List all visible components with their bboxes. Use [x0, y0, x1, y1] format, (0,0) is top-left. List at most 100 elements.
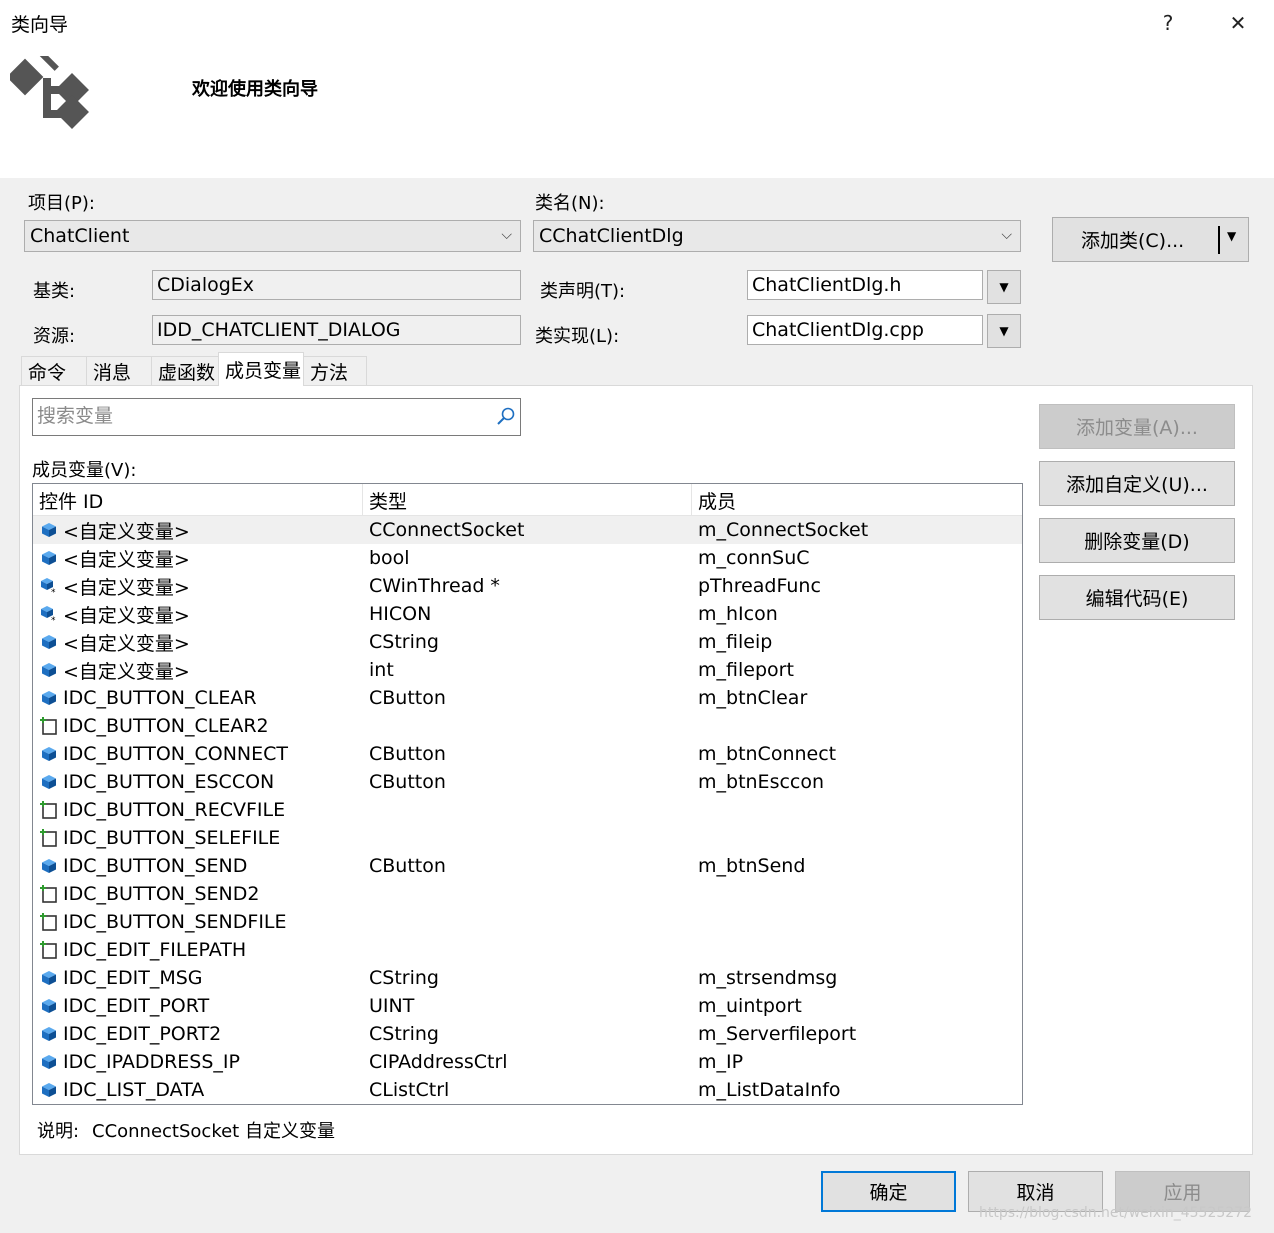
table-row[interactable]: <自定义变量> int m_fileport — [33, 656, 1022, 684]
list-header: 控件 ID 类型 成员 — [33, 484, 1022, 516]
table-row[interactable]: IDC_BUTTON_CONNECT CButton m_btnConnect — [33, 740, 1022, 768]
column-header-control-id[interactable]: 控件 ID — [33, 484, 363, 516]
cell-control-id: <自定义变量> — [33, 657, 363, 684]
variable-icon — [37, 686, 61, 710]
control-id-text: IDC_BUTTON_CLEAR — [63, 687, 257, 709]
cell-control-id: IDC_BUTTON_CLEAR — [33, 686, 363, 710]
classname-label: 类名(N): — [535, 193, 605, 214]
table-row[interactable]: IDC_EDIT_PORT UINT m_uintport — [33, 992, 1022, 1020]
table-row[interactable]: IDC_BUTTON_SELEFILE — [33, 824, 1022, 852]
cell-control-id: IDC_BUTTON_SEND — [33, 854, 363, 878]
table-row[interactable]: IDC_BUTTON_SEND CButton m_btnSend — [33, 852, 1022, 880]
variable-pointer-icon: * — [37, 602, 61, 626]
table-row[interactable]: IDC_BUTTON_SENDFILE — [33, 908, 1022, 936]
search-icon[interactable] — [496, 406, 516, 431]
control-id-text: <自定义变量> — [63, 576, 190, 599]
help-button[interactable]: ? — [1148, 6, 1188, 40]
table-row[interactable]: <自定义变量> CConnectSocket m_ConnectSocket — [33, 516, 1022, 544]
table-row[interactable]: IDC_BUTTON_SEND2 — [33, 880, 1022, 908]
column-header-type[interactable]: 类型 — [363, 484, 692, 516]
control-id-text: IDC_EDIT_FILEPATH — [63, 939, 247, 961]
window-title: 类向导 — [11, 14, 69, 36]
table-row[interactable]: IDC_EDIT_FILEPATH — [33, 936, 1022, 964]
cell-type: CButton — [369, 687, 446, 709]
add-variable-button[interactable]: 添加变量(A)... — [1039, 404, 1235, 449]
variable-icon — [37, 1078, 61, 1102]
resource-field: IDD_CHATCLIENT_DIALOG — [152, 315, 521, 345]
table-row[interactable]: * <自定义变量> CWinThread * pThreadFunc — [33, 572, 1022, 600]
tab-commands[interactable]: 命令 — [21, 356, 87, 386]
variable-icon — [37, 966, 61, 990]
table-row[interactable]: IDC_EDIT_PORT2 CString m_Serverfileport — [33, 1020, 1022, 1048]
dropdown-arrow-icon: ▼ — [999, 280, 1009, 294]
table-row[interactable]: IDC_BUTTON_CLEAR2 — [33, 712, 1022, 740]
split-divider — [1218, 226, 1220, 254]
tab-virtual-functions[interactable]: 虚函数 — [151, 356, 219, 386]
table-row[interactable]: IDC_EDIT_MSG CString m_strsendmsg — [33, 964, 1022, 992]
table-row[interactable]: IDC_BUTTON_ESCCON CButton m_btnEsccon — [33, 768, 1022, 796]
close-button[interactable]: ✕ — [1218, 6, 1258, 40]
tab-member-variables[interactable]: 成员变量 — [218, 352, 304, 386]
variable-pointer-icon: * — [37, 574, 61, 598]
chevron-down-icon: ⌵ — [501, 227, 512, 243]
cell-member: m_Serverfileport — [698, 1023, 857, 1045]
add-custom-button[interactable]: 添加自定义(U)... — [1039, 461, 1235, 506]
cell-type: CButton — [369, 743, 446, 765]
control-icon — [37, 798, 61, 822]
control-id-text: IDC_BUTTON_ESCCON — [63, 771, 275, 793]
ok-button[interactable]: 确定 — [821, 1171, 956, 1212]
cell-type: UINT — [369, 995, 415, 1017]
cell-member: m_btnClear — [698, 687, 808, 709]
control-id-text: IDC_EDIT_PORT2 — [63, 1023, 222, 1045]
cell-type: HICON — [369, 603, 432, 625]
class-impl-field[interactable]: ChatClientDlg.cpp — [747, 315, 983, 345]
control-icon — [37, 882, 61, 906]
control-id-text: <自定义变量> — [63, 660, 190, 683]
search-input[interactable] — [33, 399, 473, 433]
table-row[interactable]: * <自定义变量> HICON m_hIcon — [33, 600, 1022, 628]
cell-control-id: <自定义变量> — [33, 517, 363, 544]
cell-member: m_connSuC — [698, 547, 810, 569]
tab-methods[interactable]: 方法 — [303, 356, 367, 386]
delete-variable-button[interactable]: 删除变量(D) — [1039, 518, 1235, 563]
table-row[interactable]: <自定义变量> CString m_fileip — [33, 628, 1022, 656]
project-combo[interactable]: ChatClient ⌵ — [24, 220, 521, 252]
class-decl-dropdown-button[interactable]: ▼ — [987, 270, 1021, 304]
table-row[interactable]: IDC_BUTTON_RECVFILE — [33, 796, 1022, 824]
cell-control-id: IDC_BUTTON_SELEFILE — [33, 826, 363, 850]
cell-member: m_ListDataInfo — [698, 1079, 841, 1101]
class-impl-label: 类实现(L): — [535, 326, 620, 347]
control-icon — [37, 826, 61, 850]
class-impl-dropdown-button[interactable]: ▼ — [987, 314, 1021, 348]
cell-control-id: IDC_BUTTON_SEND2 — [33, 882, 363, 906]
classname-combo[interactable]: CChatClientDlg ⌵ — [533, 220, 1021, 252]
svg-text:*: * — [51, 616, 56, 623]
variable-icon — [37, 518, 61, 542]
control-id-text: <自定义变量> — [63, 548, 190, 571]
resource-label: 资源: — [33, 326, 76, 347]
cell-member: m_uintport — [698, 995, 802, 1017]
cell-control-id: IDC_EDIT_PORT2 — [33, 1022, 363, 1046]
cell-member: m_fileport — [698, 659, 794, 681]
project-value: ChatClient — [30, 225, 130, 247]
classname-value: CChatClientDlg — [539, 225, 684, 247]
cell-control-id: * <自定义变量> — [33, 601, 363, 628]
variable-icon — [37, 854, 61, 878]
cell-member: m_strsendmsg — [698, 967, 838, 989]
table-row[interactable]: IDC_IPADDRESS_IP CIPAddressCtrl m_IP — [33, 1048, 1022, 1076]
control-id-text: IDC_BUTTON_SELEFILE — [63, 827, 281, 849]
column-header-member[interactable]: 成员 — [692, 484, 1022, 516]
dropdown-arrow-icon[interactable]: ▼ — [1227, 229, 1236, 243]
edit-code-button[interactable]: 编辑代码(E) — [1039, 575, 1235, 620]
class-decl-field[interactable]: ChatClientDlg.h — [747, 270, 983, 300]
tab-messages[interactable]: 消息 — [86, 356, 152, 386]
table-row[interactable]: IDC_LIST_DATA CListCtrl m_ListDataInfo — [33, 1076, 1022, 1104]
cell-control-id: IDC_EDIT_FILEPATH — [33, 938, 363, 962]
table-row[interactable]: IDC_BUTTON_CLEAR CButton m_btnClear — [33, 684, 1022, 712]
add-class-button[interactable]: 添加类(C)... ▼ — [1052, 217, 1249, 262]
cell-type: CConnectSocket — [369, 519, 525, 541]
table-row[interactable]: <自定义变量> bool m_connSuC — [33, 544, 1022, 572]
member-variable-list[interactable]: 控件 ID 类型 成员 <自定义变量> CConnectSocket m_Conne… — [32, 483, 1023, 1105]
cell-member: pThreadFunc — [698, 575, 821, 597]
search-box[interactable] — [32, 398, 521, 436]
